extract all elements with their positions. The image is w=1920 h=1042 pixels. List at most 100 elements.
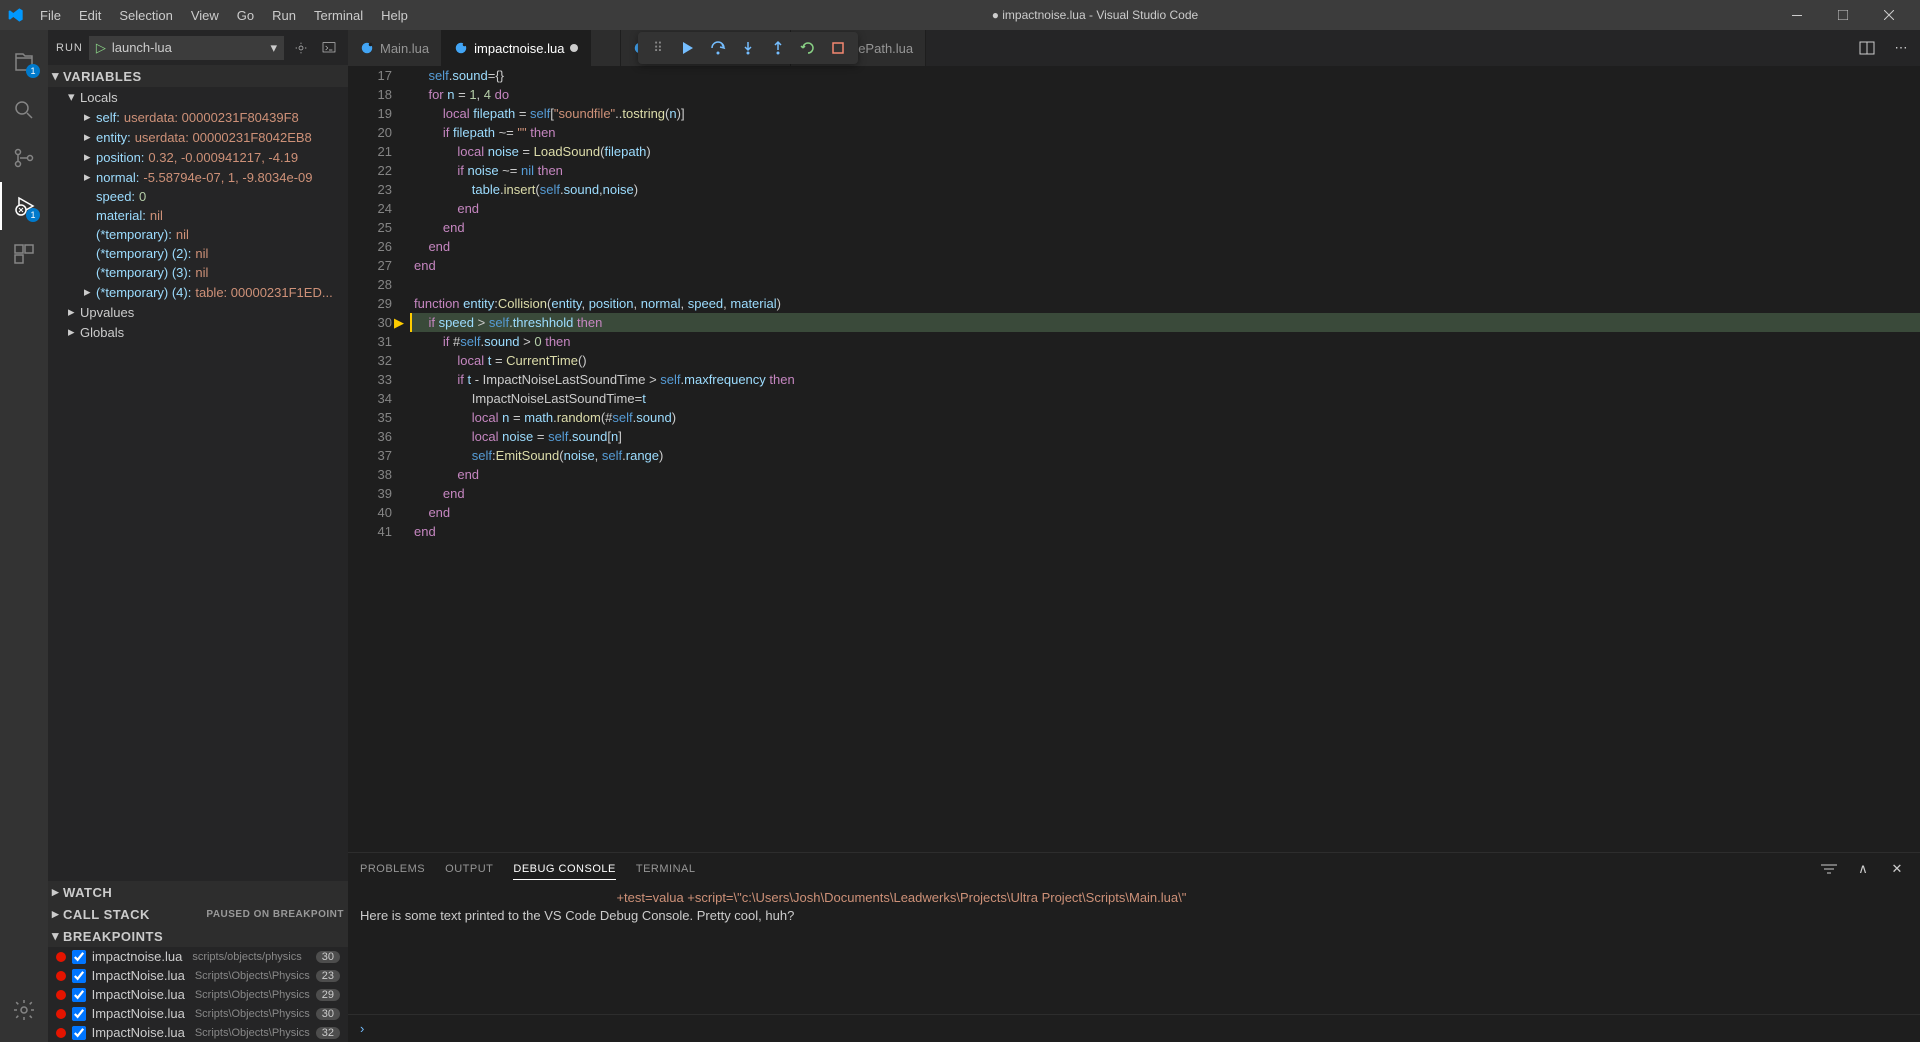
- maximize-panel-icon[interactable]: ∧: [1852, 858, 1874, 880]
- panel-tab-debug-console[interactable]: Debug Console: [513, 859, 615, 880]
- launch-config-select[interactable]: ▷ launch-lua ▾: [89, 36, 284, 60]
- code-line[interactable]: local filepath = self["soundfile"..tostr…: [410, 104, 1920, 123]
- code-line[interactable]: self:EmitSound(noise, self.range): [410, 446, 1920, 465]
- code-line[interactable]: end: [410, 218, 1920, 237]
- panel-tab-problems[interactable]: Problems: [360, 859, 425, 879]
- panel-tab-output[interactable]: Output: [445, 859, 493, 879]
- code-line[interactable]: [410, 275, 1920, 294]
- code-line[interactable]: function entity:Collision(entity, positi…: [410, 294, 1920, 313]
- breakpoint-item[interactable]: ImpactNoise.luaScripts\Objects\Physics32: [48, 1023, 348, 1042]
- stop-button[interactable]: [824, 34, 852, 62]
- code-line[interactable]: end: [410, 465, 1920, 484]
- variable-item[interactable]: material: nil: [48, 206, 348, 225]
- code-line[interactable]: end: [410, 256, 1920, 275]
- menu-view[interactable]: View: [183, 4, 227, 27]
- breakpoint-item[interactable]: ImpactNoise.luaScripts\Objects\Physics29: [48, 985, 348, 1004]
- debug-console-icon[interactable]: [318, 37, 340, 59]
- code-line[interactable]: end: [410, 522, 1920, 541]
- editor-tab[interactable]: impactnoise.lua: [442, 30, 591, 66]
- code-line[interactable]: local n = math.random(#self.sound): [410, 408, 1920, 427]
- code-line[interactable]: if noise ~= nil then: [410, 161, 1920, 180]
- variables-header[interactable]: ▾VARIABLES: [48, 65, 348, 87]
- code-line[interactable]: for n = 1, 4 do: [410, 85, 1920, 104]
- restart-button[interactable]: [794, 34, 822, 62]
- close-panel-icon[interactable]: ✕: [1886, 858, 1908, 880]
- code-line[interactable]: if t - ImpactNoiseLastSoundTime > self.m…: [410, 370, 1920, 389]
- breakpoint-item[interactable]: ImpactNoise.luaScripts\Objects\Physics23: [48, 966, 348, 985]
- menu-terminal[interactable]: Terminal: [306, 4, 371, 27]
- filter-icon[interactable]: [1818, 858, 1840, 880]
- variable-item[interactable]: ▸position: 0.32, -0.000941217, -4.19: [48, 147, 348, 167]
- source-control-icon[interactable]: [0, 134, 48, 182]
- locals-scope[interactable]: ▾Locals: [48, 87, 348, 107]
- continue-button[interactable]: [674, 34, 702, 62]
- breakpoints-header[interactable]: ▾BREAKPOINTS: [48, 925, 348, 947]
- breakpoint-dot-icon: [56, 971, 66, 981]
- editor-tab[interactable]: Main.lua: [348, 30, 442, 66]
- editor-area: Main.luaimpactnoise.luavscode-debuggee.l…: [348, 30, 1920, 1042]
- settings-icon[interactable]: [0, 986, 48, 1034]
- minimize-button[interactable]: [1774, 0, 1820, 30]
- callstack-header[interactable]: ▸CALL STACKPAUSED ON BREAKPOINT: [48, 903, 348, 925]
- debug-console-input[interactable]: ›: [348, 1014, 1920, 1042]
- menu-edit[interactable]: Edit: [71, 4, 109, 27]
- code-line[interactable]: local t = CurrentTime(): [410, 351, 1920, 370]
- editor-tab[interactable]: [591, 30, 621, 66]
- maximize-button[interactable]: [1820, 0, 1866, 30]
- code-line[interactable]: end: [410, 237, 1920, 256]
- gear-icon[interactable]: [290, 37, 312, 59]
- panel-tab-terminal[interactable]: Terminal: [636, 859, 696, 879]
- globals-scope[interactable]: ▸Globals: [48, 322, 348, 342]
- code-line[interactable]: if filepath ~= "" then: [410, 123, 1920, 142]
- menu-selection[interactable]: Selection: [111, 4, 180, 27]
- code-line[interactable]: table.insert(self.sound,noise): [410, 180, 1920, 199]
- code-line[interactable]: local noise = LoadSound(filepath): [410, 142, 1920, 161]
- variable-item[interactable]: ▸entity: userdata: 00000231F8042EB8: [48, 127, 348, 147]
- code-editor[interactable]: 1718192021222324252627282930313233343536…: [348, 66, 1920, 852]
- code-content[interactable]: self.sound={} for n = 1, 4 do local file…: [410, 66, 1920, 852]
- split-editor-icon[interactable]: [1856, 37, 1878, 59]
- breakpoint-checkbox[interactable]: [72, 988, 86, 1002]
- variable-item[interactable]: (*temporary) (2): nil: [48, 244, 348, 263]
- code-line[interactable]: if #self.sound > 0 then: [410, 332, 1920, 351]
- debug-toolbar[interactable]: ⠿: [638, 32, 858, 64]
- code-line[interactable]: local noise = self.sound[n]: [410, 427, 1920, 446]
- code-line[interactable]: end: [410, 199, 1920, 218]
- step-over-button[interactable]: [704, 34, 732, 62]
- code-line[interactable]: ImpactNoiseLastSoundTime=t: [410, 389, 1920, 408]
- breakpoint-item[interactable]: ImpactNoise.luaScripts\Objects\Physics30: [48, 1004, 348, 1023]
- code-line[interactable]: end: [410, 484, 1920, 503]
- variable-item[interactable]: ▸self: userdata: 00000231F80439F8: [48, 107, 348, 127]
- step-into-button[interactable]: [734, 34, 762, 62]
- breakpoint-item[interactable]: impactnoise.luascripts/objects/physics30: [48, 947, 348, 966]
- step-out-button[interactable]: [764, 34, 792, 62]
- more-actions-icon[interactable]: ⋯: [1890, 37, 1912, 59]
- code-line[interactable]: end: [410, 503, 1920, 522]
- code-line[interactable]: self.sound={}: [410, 66, 1920, 85]
- watch-header[interactable]: ▸WATCH: [48, 881, 348, 903]
- variable-item[interactable]: (*temporary): nil: [48, 225, 348, 244]
- menu-go[interactable]: Go: [229, 4, 262, 27]
- breakpoint-checkbox[interactable]: [72, 950, 86, 964]
- upvalues-scope[interactable]: ▸Upvalues: [48, 302, 348, 322]
- variable-item[interactable]: ▸(*temporary) (4): table: 00000231F1ED..…: [48, 282, 348, 302]
- debug-console-output[interactable]: +test=valua +script=\"c:\Users\Josh\Docu…: [348, 885, 1920, 1014]
- explorer-icon[interactable]: 1: [0, 38, 48, 86]
- breakpoint-checkbox[interactable]: [72, 969, 86, 983]
- close-button[interactable]: [1866, 0, 1912, 30]
- search-icon[interactable]: [0, 86, 48, 134]
- menu-run[interactable]: Run: [264, 4, 304, 27]
- breakpoint-checkbox[interactable]: [72, 1007, 86, 1021]
- variable-item[interactable]: speed: 0: [48, 187, 348, 206]
- run-debug-icon[interactable]: 1: [0, 182, 48, 230]
- run-header: RUN ▷ launch-lua ▾: [48, 30, 348, 65]
- breakpoint-checkbox[interactable]: [72, 1026, 86, 1040]
- extensions-icon[interactable]: [0, 230, 48, 278]
- menu-help[interactable]: Help: [373, 4, 416, 27]
- menu-file[interactable]: File: [32, 4, 69, 27]
- toolbar-grip-icon[interactable]: ⠿: [644, 34, 672, 62]
- code-line[interactable]: ▶ if speed > self.threshhold then: [410, 313, 1920, 332]
- variable-item[interactable]: ▸normal: -5.58794e-07, 1, -9.8034e-09: [48, 167, 348, 187]
- variable-item[interactable]: (*temporary) (3): nil: [48, 263, 348, 282]
- breakpoint-dot-icon: [56, 1028, 66, 1038]
